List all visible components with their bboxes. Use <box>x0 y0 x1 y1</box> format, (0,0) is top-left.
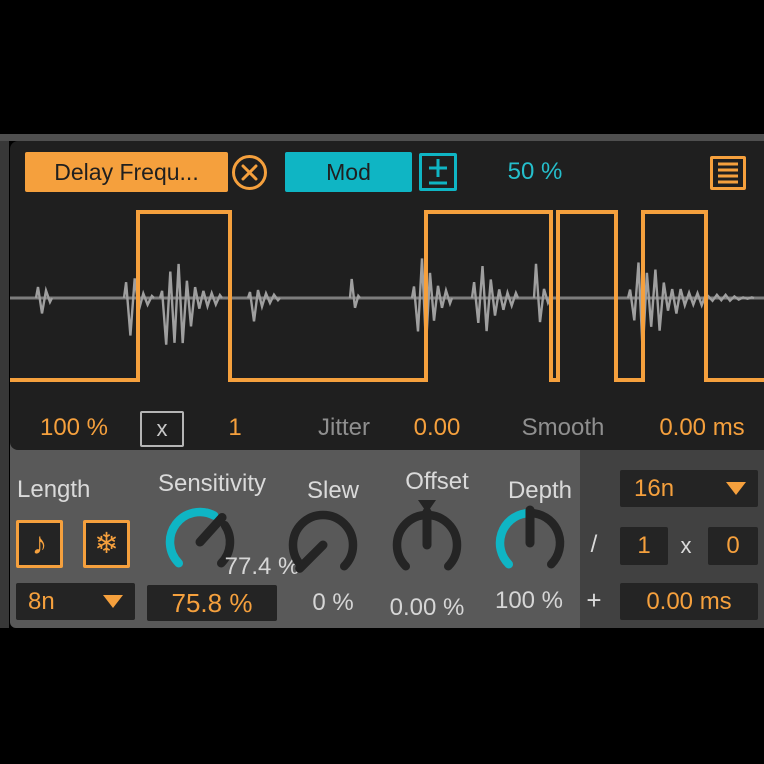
rate-multiply-field[interactable]: 0 <box>708 527 758 565</box>
freeze-button[interactable]: ❄ <box>83 520 130 568</box>
length-division-dropdown[interactable]: 8n <box>16 583 135 620</box>
circle-x-icon[interactable] <box>231 154 268 191</box>
rate-ms-field[interactable]: 0.00 ms <box>620 583 758 620</box>
chevron-down-icon <box>103 595 123 608</box>
depth-knob[interactable] <box>482 495 578 591</box>
smooth-label: Smooth <box>513 410 613 446</box>
rate-multiply-label: x <box>674 531 698 561</box>
plus-minus-glyph <box>422 156 454 188</box>
controls-panel: 16n / 1 x 0 + 0.00 ms Length ♪ ❄ 8n <box>10 442 764 628</box>
smooth-value[interactable]: 0.00 ms <box>637 410 764 446</box>
jitter-label: Jitter <box>294 410 394 446</box>
rate-plus-label: + <box>582 585 606 615</box>
plus-minus-icon[interactable] <box>419 153 457 191</box>
snowflake-icon: ❄ <box>94 528 118 560</box>
rate-multiply-value: 0 <box>726 532 739 559</box>
sensitivity-threshold-field[interactable]: 75.8 % <box>147 585 277 621</box>
offset-label: Offset <box>387 467 487 497</box>
length-note-button[interactable]: ♪ <box>16 520 63 568</box>
app-window: 16n / 1 x 0 + 0.00 ms Length ♪ ❄ 8n <box>0 0 764 764</box>
mapping-target-button[interactable]: Delay Frequ... <box>25 152 228 192</box>
note-icon: ♪ <box>32 526 48 561</box>
list-menu-icon[interactable] <box>710 156 746 190</box>
gate-multiply-toggle[interactable]: x <box>140 411 184 447</box>
rate-divide-value: 1 <box>637 532 650 559</box>
mod-tab-button[interactable]: Mod <box>285 152 412 192</box>
list-menu-glyph <box>713 159 743 187</box>
chevron-down-icon <box>726 482 746 495</box>
rate-division-dropdown[interactable]: 16n <box>620 470 758 507</box>
device-top-edge <box>0 134 764 141</box>
x-label: x <box>157 416 168 441</box>
modulation-device: Delay Frequ... Mod 50 % 100 % x <box>10 141 764 450</box>
jitter-value[interactable]: 0.00 <box>387 410 487 446</box>
slew-knob[interactable] <box>275 497 371 593</box>
sensitivity-threshold-value: 75.8 % <box>172 588 253 618</box>
rate-section: 16n / 1 x 0 + 0.00 ms <box>580 442 764 628</box>
device-left-edge <box>0 141 9 628</box>
mod-amount-value[interactable]: 50 % <box>480 152 590 192</box>
length-label: Length <box>17 475 127 505</box>
rate-divide-label: / <box>582 530 606 560</box>
rate-ms-value: 0.00 ms <box>646 588 731 615</box>
depth-value: 100 % <box>479 586 579 616</box>
offset-value: 0.00 % <box>367 593 487 623</box>
gate-probability-value[interactable]: 100 % <box>24 410 124 446</box>
rate-division-value: 16n <box>634 470 674 507</box>
gate-multiplier-value[interactable]: 1 <box>205 410 265 446</box>
rate-divide-field[interactable]: 1 <box>620 527 668 565</box>
offset-knob[interactable] <box>379 497 475 593</box>
length-division-value: 8n <box>28 583 55 620</box>
